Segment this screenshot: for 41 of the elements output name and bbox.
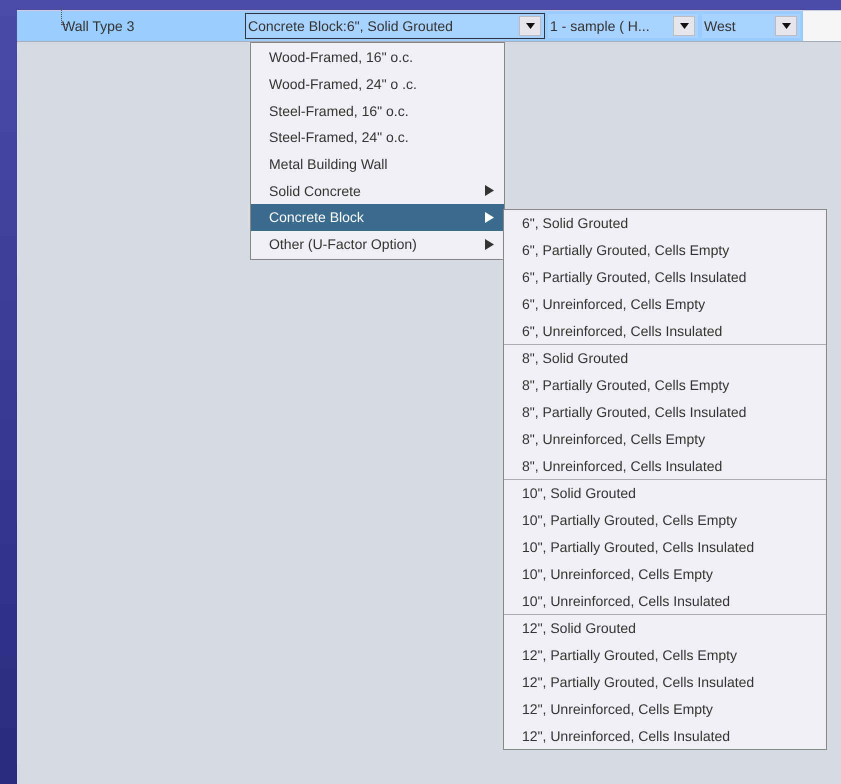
- row-label: Wall Type 3: [62, 18, 134, 34]
- menu-item[interactable]: 12", Unreinforced, Cells Empty: [504, 695, 826, 722]
- combo-box[interactable]: West: [701, 13, 801, 39]
- menu-item[interactable]: 8", Solid Grouted: [504, 344, 826, 372]
- dropdown-button[interactable]: [673, 16, 695, 36]
- menu-item[interactable]: Wood-Framed, 16" o.c.: [251, 44, 504, 71]
- combo-box[interactable]: 1 - sample ( H...: [547, 13, 699, 39]
- menu-item[interactable]: 8", Partially Grouted, Cells Empty: [504, 372, 826, 399]
- menu-item[interactable]: 8", Unreinforced, Cells Insulated: [504, 452, 826, 479]
- caret-icon: [680, 23, 688, 29]
- menu-item[interactable]: 6", Unreinforced, Cells Insulated: [504, 317, 826, 344]
- menu-item[interactable]: Steel-Framed, 24" o.c.: [251, 124, 504, 151]
- menu-item[interactable]: 10", Unreinforced, Cells Insulated: [504, 587, 826, 614]
- menu-item[interactable]: 12", Unreinforced, Cells Insulated: [504, 722, 826, 749]
- caret-icon: [526, 23, 534, 29]
- menu-item[interactable]: 10", Partially Grouted, Cells Insulated: [504, 534, 826, 560]
- menu-item[interactable]: 10", Solid Grouted: [504, 480, 826, 507]
- menu-item[interactable]: 12", Partially Grouted, Cells Insulated: [504, 668, 826, 696]
- menu-item[interactable]: Metal Building Wall: [251, 150, 504, 178]
- menu-item[interactable]: 8", Partially Grouted, Cells Insulated: [504, 398, 826, 426]
- menu-item[interactable]: Other (U-Factor Option): [251, 230, 504, 258]
- menu-item[interactable]: 12", Partially Grouted, Cells Empty: [504, 642, 826, 669]
- menu-item[interactable]: Concrete Block: [251, 204, 504, 231]
- menu-item[interactable]: 6", Partially Grouted, Cells Insulated: [504, 264, 826, 290]
- menu-item[interactable]: Steel-Framed, 16" o.c.: [251, 97, 504, 124]
- submenu-arrow-icon: [485, 185, 494, 196]
- combo-box[interactable]: Concrete Block:6", Solid Grouted: [245, 13, 545, 39]
- menu-item[interactable]: Wood-Framed, 24" o .c.: [251, 70, 504, 98]
- dropdown-button[interactable]: [519, 16, 541, 36]
- menu-item[interactable]: 6", Unreinforced, Cells Empty: [504, 290, 826, 318]
- submenu-arrow-icon: [485, 238, 494, 250]
- menu-item[interactable]: Solid Concrete: [251, 177, 504, 204]
- menu-item[interactable]: 10", Unreinforced, Cells Empty: [504, 560, 826, 588]
- menu-item[interactable]: 6", Partially Grouted, Cells Empty: [504, 236, 826, 264]
- menu-item[interactable]: 10", Partially Grouted, Cells Empty: [504, 506, 826, 534]
- caret-icon: [782, 23, 790, 29]
- dropdown-button[interactable]: [775, 16, 797, 36]
- menu-item[interactable]: 6", Solid Grouted: [504, 210, 826, 237]
- submenu-arrow-icon: [485, 212, 494, 223]
- menu-item[interactable]: 8", Unreinforced, Cells Empty: [504, 425, 826, 452]
- menu-item[interactable]: 12", Solid Grouted: [504, 614, 826, 642]
